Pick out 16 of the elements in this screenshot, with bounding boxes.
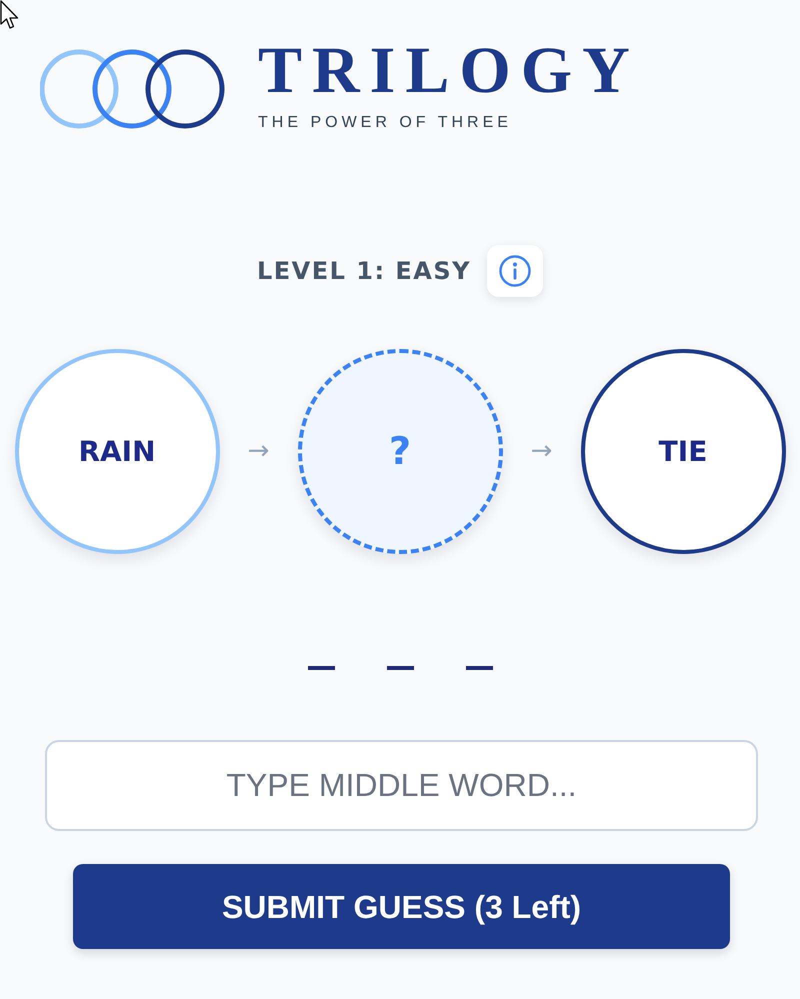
- app-tagline: THE POWER OF THREE: [258, 114, 513, 132]
- letter-blank: [308, 666, 334, 670]
- level-label: LEVEL 1: EASY: [256, 256, 472, 287]
- app-title: TRILOGY: [258, 45, 640, 97]
- cursor-icon: [0, 0, 19, 30]
- letter-blank: [466, 666, 492, 670]
- word-circle: RAIN: [14, 349, 220, 554]
- missing-word-circle: ?: [298, 349, 502, 554]
- info-button[interactable]: [487, 245, 544, 297]
- arrow-sign: →: [530, 435, 554, 468]
- info-icon: [499, 255, 532, 287]
- submit-guess-button[interactable]: SUBMIT GUESS (3 Left): [73, 864, 730, 949]
- guess-input[interactable]: TYPE MIDDLE WORD...: [45, 740, 758, 831]
- letter-blank: [386, 666, 414, 670]
- word-circle: TIE: [580, 349, 786, 554]
- arrow-sign: →: [246, 435, 270, 468]
